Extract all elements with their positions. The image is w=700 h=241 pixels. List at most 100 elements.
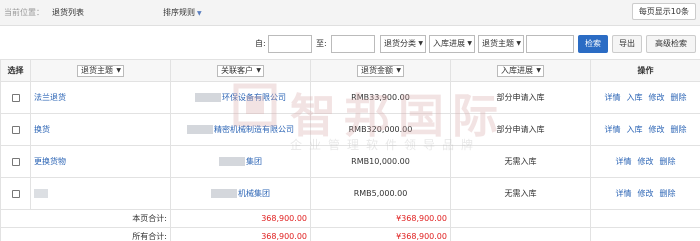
customer-cell: 环保设备有限公司 (170, 81, 311, 114)
stock-sort-select[interactable]: 入库进展 ▼ (497, 64, 544, 77)
redacted-block (219, 157, 245, 166)
col-amount-header-label: 退货金额 (361, 65, 393, 75)
breadcrumb-current: 退货列表 (52, 8, 84, 17)
chevron-down-icon: ▼ (516, 40, 521, 47)
col-customer-header[interactable]: 关联客户 ▼ (170, 59, 311, 82)
returns-table: 选择 退货主题 ▼ 关联客户 ▼ 退货金额 ▼ 入库进展 ▼ 操作 法兰退货 环保设备有… (0, 59, 700, 241)
chevron-down-icon: ▼ (197, 10, 202, 17)
delete-link[interactable]: 删除 (660, 157, 676, 166)
subject-select[interactable]: 退货主题 ▼ (478, 35, 524, 53)
amount-cell: RMB320,000.00 (310, 113, 451, 146)
sort-rule-label: 排序规则 (163, 8, 195, 17)
customer-link[interactable]: 机械集团 (238, 189, 270, 198)
date-from-label: 自: (255, 39, 266, 48)
chevron-down-icon: ▼ (467, 40, 472, 47)
row-checkbox-cell (0, 113, 31, 146)
col-subject-header-label: 退货主题 (81, 65, 113, 75)
ops-cell: 详情 入库 修改 删除 (590, 113, 700, 146)
filter-bar: 自: 至: 退货分类 ▼ 入库进展 ▼ 退货主题 ▼ 检索 导出 高级检索 (0, 32, 700, 54)
subject-sort-select[interactable]: 退货主题 ▼ (77, 64, 124, 77)
empty-cell (450, 209, 591, 228)
ops-cell: 详情 修改 删除 (590, 177, 700, 210)
subject-link[interactable]: 法兰退货 (34, 93, 66, 102)
delete-link[interactable]: 删除 (671, 125, 687, 134)
stock-in-link[interactable]: 入库 (627, 125, 643, 134)
date-to-input[interactable] (331, 35, 375, 53)
col-amount-header[interactable]: 退货金额 ▼ (310, 59, 451, 82)
edit-link[interactable]: 修改 (638, 157, 654, 166)
subject-cell: 法兰退货 (30, 81, 171, 114)
detail-link[interactable]: 详情 (605, 125, 621, 134)
detail-link[interactable]: 详情 (616, 157, 632, 166)
row-checkbox-cell (0, 145, 31, 178)
stock-in-link[interactable]: 入库 (627, 93, 643, 102)
customer-cell: 精密机械制造有限公司 (170, 113, 311, 146)
page-total-value: 368,900.00 (170, 209, 311, 228)
customer-cell: 集团 (170, 145, 311, 178)
table-header-row: 选择 退货主题 ▼ 关联客户 ▼ 退货金额 ▼ 入库进展 ▼ 操作 (0, 59, 700, 82)
table-row: 机械集团 RMB5,000.00 无需入库 详情 修改 删除 (0, 177, 700, 210)
subject-link[interactable]: 更换货物 (34, 157, 66, 166)
amount-cell: RMB33,900.00 (310, 81, 451, 114)
customer-link[interactable]: 集团 (246, 157, 262, 166)
col-subject-header[interactable]: 退货主题 ▼ (30, 59, 171, 82)
category-select-label: 退货分类 (384, 39, 416, 48)
page-total-label: 本页合计: (0, 209, 171, 228)
row-checkbox[interactable] (11, 189, 20, 198)
row-checkbox[interactable] (11, 125, 20, 134)
row-checkbox[interactable] (11, 157, 20, 166)
table-row: 法兰退货 环保设备有限公司 RMB33,900.00 部分申请入库 详情 入库 修改… (0, 81, 700, 114)
all-total-amount: ¥368,900.00 (310, 227, 451, 241)
col-ops-header: 操作 (590, 59, 700, 82)
empty-cell (450, 227, 591, 241)
stock-progress-select[interactable]: 入库进展 ▼ (429, 35, 475, 53)
edit-link[interactable]: 修改 (649, 125, 665, 134)
date-from-input[interactable] (268, 35, 312, 53)
breadcrumb-label: 当前位置： (4, 8, 44, 17)
delete-link[interactable]: 删除 (671, 93, 687, 102)
subject-cell: 换货 (30, 113, 171, 146)
page-size-select[interactable]: 每页显示10条 (631, 3, 696, 20)
col-stock-header-label: 入库进展 (501, 65, 533, 75)
sort-rule-dropdown[interactable]: 排序规则 ▼ (163, 7, 202, 18)
chevron-down-icon: ▼ (396, 66, 401, 74)
amount-cell: RMB5,000.00 (310, 177, 451, 210)
table-row: 更换货物 集团 RMB10,000.00 无需入库 详情 修改 删除 (0, 145, 700, 178)
export-button[interactable]: 导出 (612, 35, 642, 53)
advanced-search-button[interactable]: 高级检索 (646, 35, 696, 53)
row-checkbox[interactable] (11, 93, 20, 102)
ops-cell: 详情 入库 修改 删除 (590, 81, 700, 114)
amount-sort-select[interactable]: 退货金额 ▼ (357, 64, 404, 77)
search-button[interactable]: 检索 (578, 35, 608, 53)
col-stock-header[interactable]: 入库进展 ▼ (450, 59, 591, 82)
subject-select-label: 退货主题 (482, 39, 514, 48)
detail-link[interactable]: 详情 (605, 93, 621, 102)
customer-link[interactable]: 环保设备有限公司 (222, 93, 286, 102)
table-row: 换货 精密机械制造有限公司 RMB320,000.00 部分申请入库 详情 入库修… (0, 113, 700, 146)
customer-sort-select[interactable]: 关联客户 ▼ (217, 64, 264, 77)
customer-link[interactable]: 精密机械制造有限公司 (214, 125, 294, 134)
all-total-value: 368,900.00 (170, 227, 311, 241)
delete-link[interactable]: 删除 (660, 189, 676, 198)
row-checkbox-cell (0, 177, 31, 210)
date-to-label: 至: (316, 39, 327, 48)
keyword-input[interactable] (526, 35, 574, 53)
page-total-row: 本页合计: 368,900.00 ¥368,900.00 (0, 209, 700, 228)
edit-link[interactable]: 修改 (649, 93, 665, 102)
all-total-label: 所有合计: (0, 227, 171, 241)
subject-link[interactable]: 换货 (34, 125, 50, 134)
stock-progress-select-label: 入库进展 (433, 39, 465, 48)
chevron-down-icon: ▼ (536, 66, 541, 74)
detail-link[interactable]: 详情 (616, 189, 632, 198)
subject-cell: 更换货物 (30, 145, 171, 178)
stock-cell: 无需入库 (450, 145, 591, 178)
category-select[interactable]: 退货分类 ▼ (380, 35, 426, 53)
redacted-block (34, 189, 48, 198)
col-select-header: 选择 (0, 59, 31, 82)
row-checkbox-cell (0, 81, 31, 114)
empty-cell (590, 209, 700, 228)
stock-cell: 无需入库 (450, 177, 591, 210)
edit-link[interactable]: 修改 (638, 189, 654, 198)
stock-cell: 部分申请入库 (450, 113, 591, 146)
amount-cell: RMB10,000.00 (310, 145, 451, 178)
